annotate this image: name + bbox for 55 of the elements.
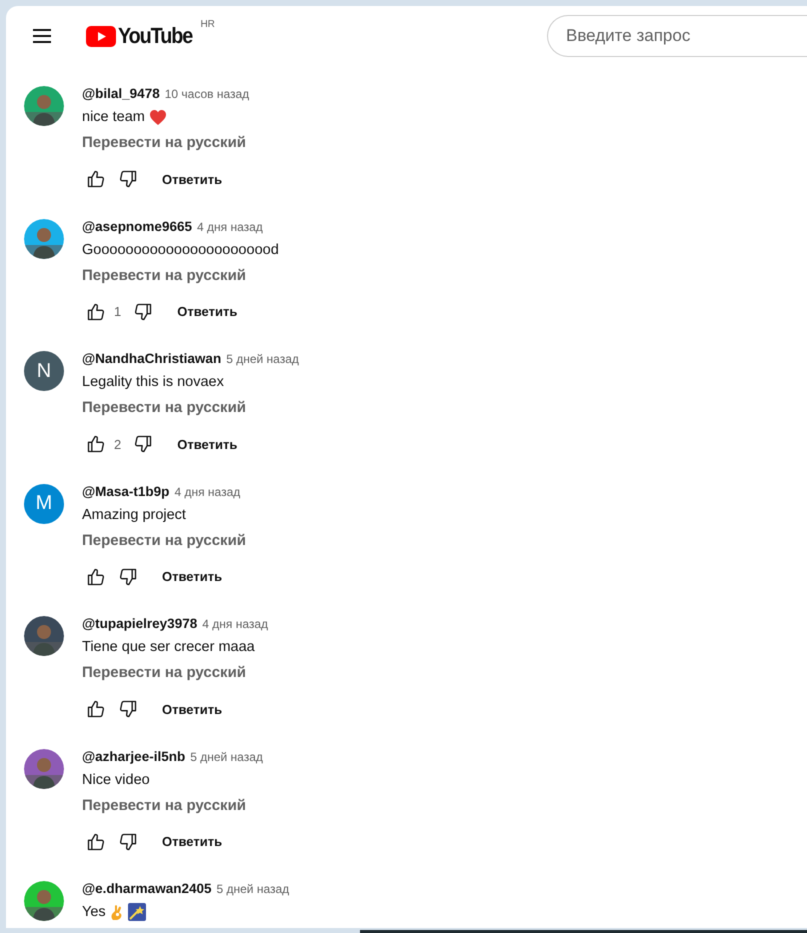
thumbs-up-icon[interactable] — [86, 302, 106, 322]
like-count: 1 — [114, 304, 122, 319]
thumbs-up-icon[interactable] — [86, 434, 106, 454]
thumbs-down-icon[interactable] — [133, 434, 154, 454]
avatar[interactable]: M — [24, 484, 64, 524]
translate-link[interactable]: Перевести на русский — [82, 532, 246, 548]
like-count: 2 — [114, 436, 122, 452]
search-field[interactable]: Введите запрос — [547, 15, 807, 57]
author-name[interactable]: @tupapielrey3978 — [82, 616, 198, 631]
comment-text: Yes — [82, 904, 106, 920]
thumbs-up-icon[interactable] — [86, 699, 106, 719]
logo-text[interactable]: YouTube — [118, 23, 192, 49]
translate-link[interactable]: Перевести на русский — [82, 399, 299, 416]
play-logo-icon[interactable] — [86, 26, 116, 46]
heart-icon — [148, 108, 167, 126]
comment-time[interactable]: 4 дня назад — [196, 220, 263, 234]
comment-text: Legality this is novaex — [82, 374, 224, 390]
translate-link[interactable]: Перевести на русский — [82, 266, 279, 284]
author-name[interactable]: @NandhaChristiawan — [82, 351, 222, 366]
thumbs-up-icon[interactable] — [86, 169, 106, 189]
thumbs-down-icon[interactable] — [118, 699, 138, 719]
comment-text: Nice video — [82, 772, 150, 788]
comment-text: Gooooooooooooooooooooood — [82, 242, 279, 258]
comment-text: Tiene que ser crecer maaa — [82, 639, 255, 655]
author-name[interactable]: @azharjee-il5nb — [82, 748, 186, 764]
comment-time[interactable]: 5 дней назад — [190, 750, 263, 764]
comment-time[interactable]: 10 часов назад — [164, 87, 250, 101]
thumbs-down-icon[interactable] — [118, 566, 138, 586]
comment-text: Amazing project — [82, 506, 186, 522]
comment-time[interactable]: 5 дней назад — [216, 882, 290, 896]
reply-button[interactable]: Ответить — [167, 298, 248, 325]
comment-time[interactable]: 5 дней назад — [226, 352, 299, 366]
translate-link[interactable]: Перевести на русский — [82, 134, 250, 151]
thumbs-down-icon[interactable] — [133, 302, 154, 322]
reply-button[interactable]: Ответить — [152, 828, 232, 855]
comment-text: nice team — [82, 109, 145, 125]
translate-link[interactable]: Перевести на русский — [82, 664, 268, 681]
comment-time[interactable]: 4 дня назад — [202, 617, 268, 631]
author-name[interactable]: @asepnome9665 — [82, 218, 192, 234]
author-name[interactable]: @e.dharmawan2405 — [82, 881, 212, 896]
comment-time[interactable]: 4 дня назад — [174, 484, 240, 498]
translate-link[interactable]: Перевести на русский — [82, 796, 263, 814]
reply-button[interactable]: Ответить — [152, 696, 232, 722]
thumbs-up-icon[interactable] — [86, 566, 106, 586]
ok-hand-icon — [110, 904, 124, 920]
region-code: HR — [200, 19, 215, 30]
reply-button[interactable]: Ответить — [167, 430, 248, 458]
avatar[interactable]: N — [24, 351, 64, 391]
reply-button[interactable]: Ответить — [152, 563, 232, 590]
thumbs-up-icon[interactable] — [86, 832, 106, 852]
reply-button[interactable]: Ответить — [152, 166, 232, 192]
thumbs-down-icon[interactable] — [118, 832, 138, 852]
thumbs-down-icon[interactable] — [118, 169, 138, 189]
author-name[interactable]: @Masa-t1b9p — [82, 484, 170, 498]
author-name[interactable]: @bilal_9478 — [82, 86, 160, 101]
